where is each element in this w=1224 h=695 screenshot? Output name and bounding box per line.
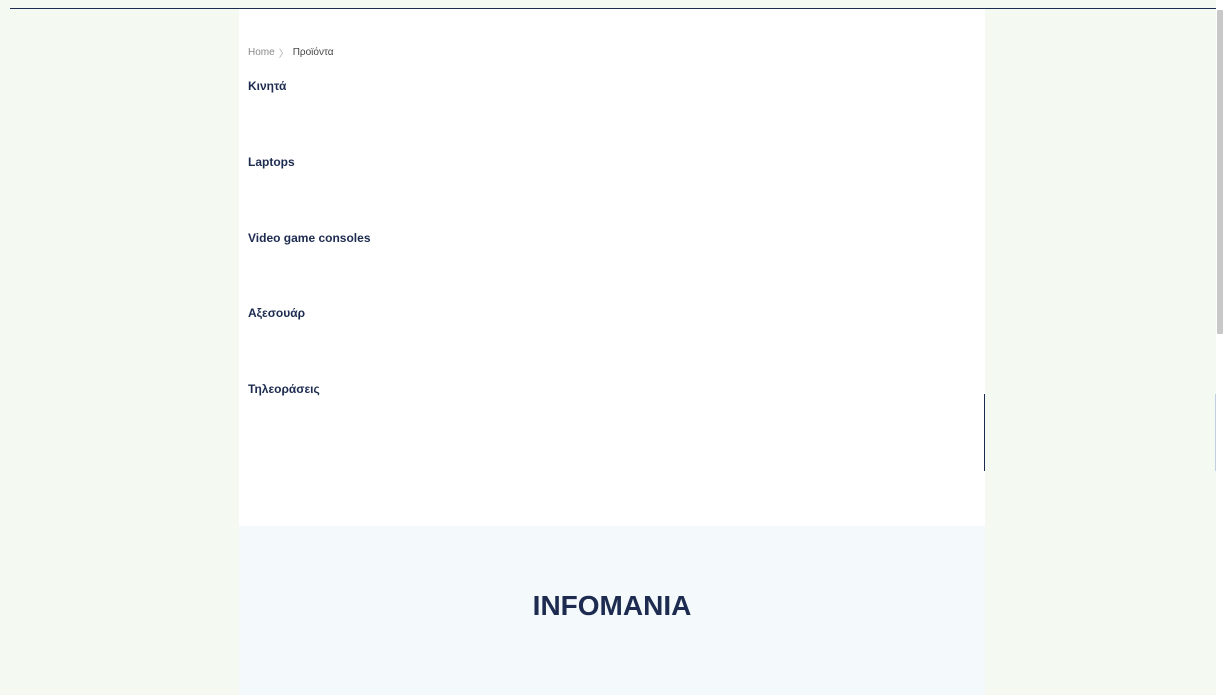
footer: INFOMANIA bbox=[239, 526, 985, 695]
chevron-right-icon: 〉 bbox=[278, 49, 289, 60]
category-link-laptops[interactable]: Laptops bbox=[248, 155, 295, 169]
scrollbar-thumb[interactable] bbox=[1217, 10, 1223, 334]
panel-edge-line bbox=[984, 394, 985, 471]
footer-brand-logo[interactable]: INFOMANIA bbox=[239, 590, 985, 622]
breadcrumb-current: Προϊόντα bbox=[292, 47, 334, 58]
category-link-tvs[interactable]: Τηλεοράσεις bbox=[248, 382, 320, 396]
category-link-accessories[interactable]: Αξεσουάρ bbox=[248, 306, 305, 320]
category-link-consoles[interactable]: Video game consoles bbox=[248, 231, 371, 245]
breadcrumb-home-link[interactable]: Home bbox=[248, 47, 275, 58]
category-link-mobiles[interactable]: Κινητά bbox=[248, 79, 286, 93]
breadcrumb: Home 〉 Προϊόντα bbox=[248, 45, 334, 60]
page: Home 〉 Προϊόντα Κινητά Laptops Video gam… bbox=[0, 0, 1224, 695]
main-content: Home 〉 Προϊόντα Κινητά Laptops Video gam… bbox=[239, 9, 985, 526]
scrollbar-marker bbox=[1215, 394, 1216, 471]
